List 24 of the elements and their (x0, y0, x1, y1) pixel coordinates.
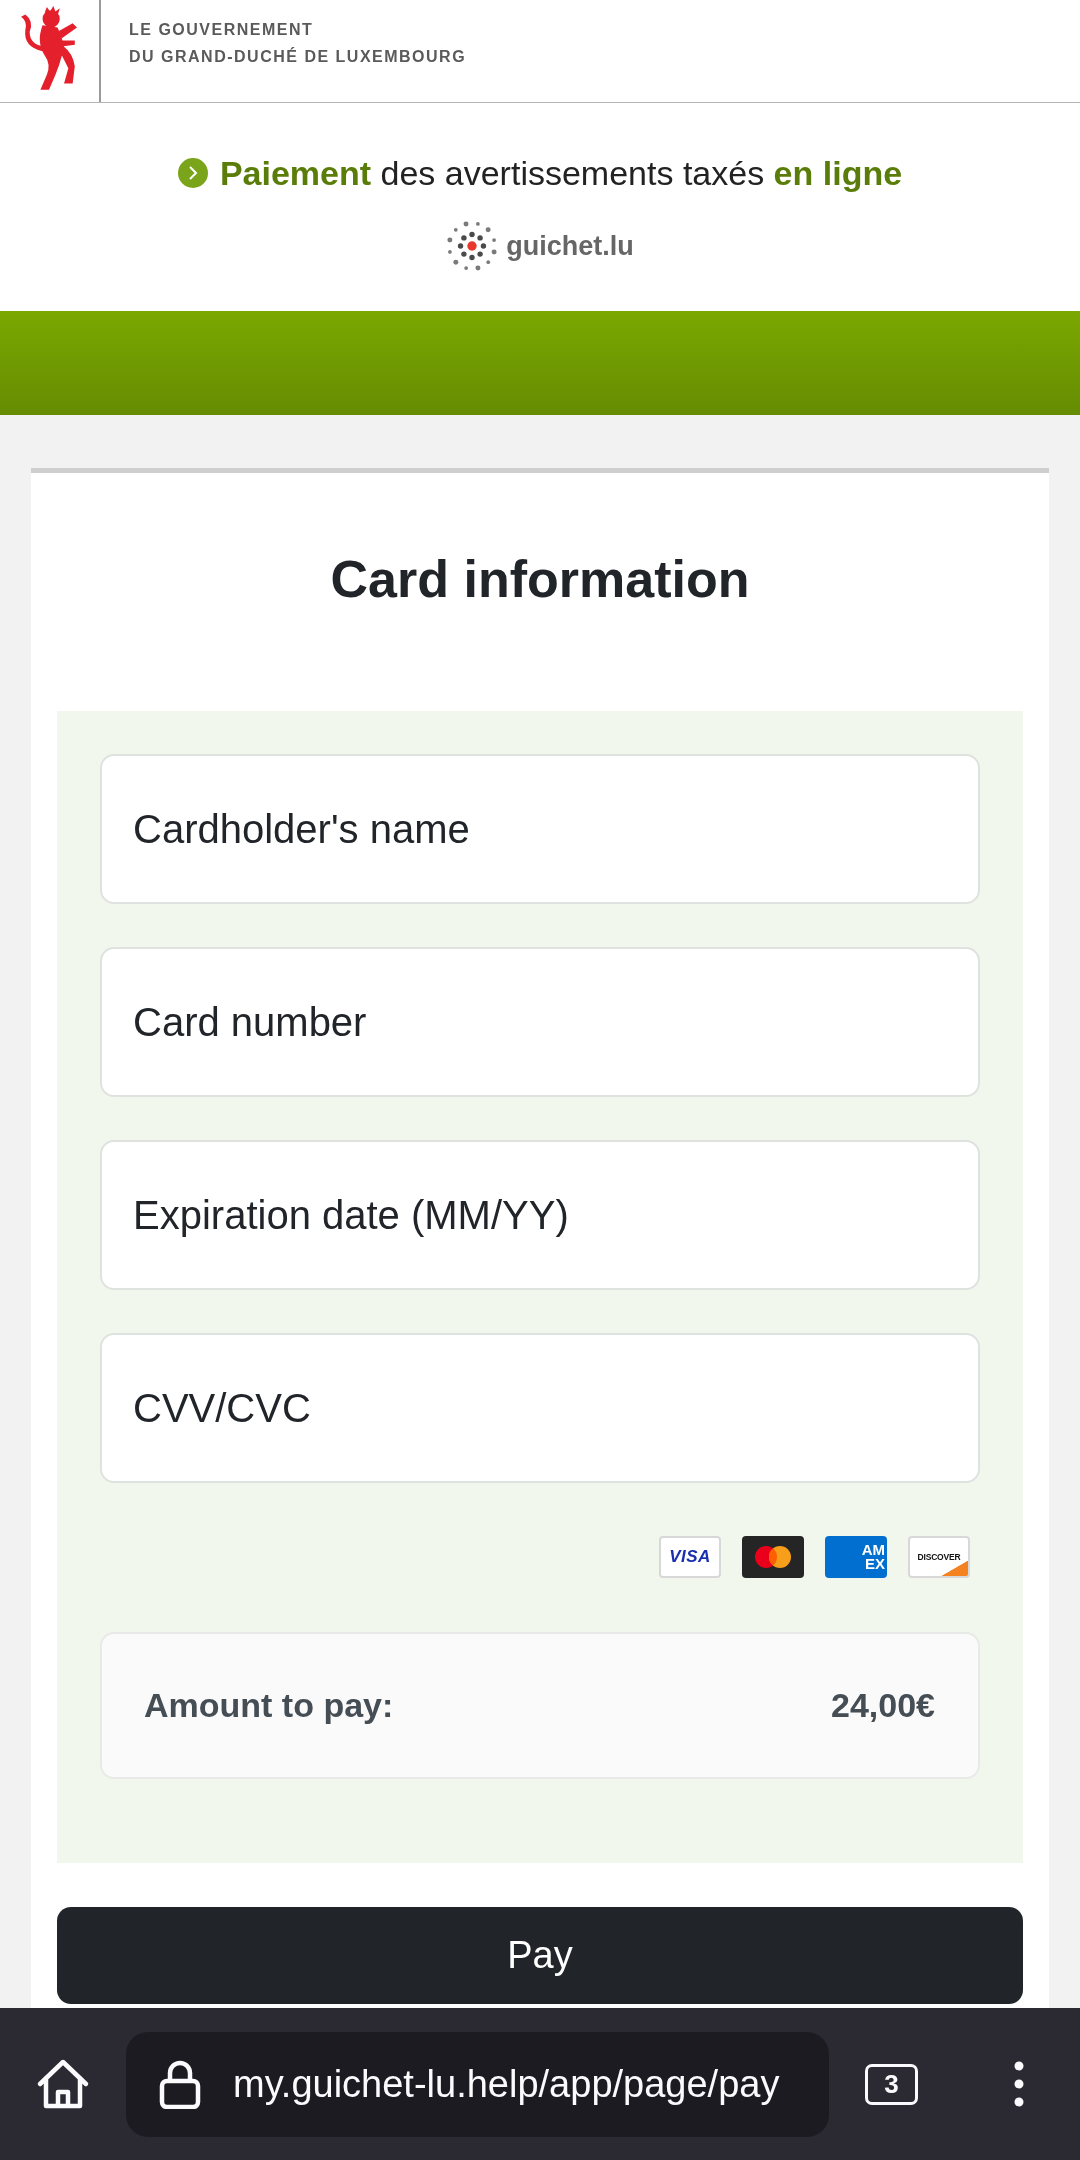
address-bar[interactable]: my.guichet-lu.help/app/page/pay (126, 2031, 829, 2137)
amount-value: 24,00€ (831, 1686, 935, 1725)
banner-title: Paiement des avertissements taxés en ligne (219, 153, 903, 193)
card-logo: AM EX (825, 1536, 887, 1578)
input-field[interactable]: Expiration date (MM/YY) (100, 1140, 980, 1290)
menu-icon[interactable] (1014, 2061, 1024, 2107)
card-logo: VISA (659, 1536, 721, 1578)
form-title: Card information (329, 549, 751, 609)
amount-label: Amount to pay: (144, 1686, 394, 1725)
url-text: my.guichet-lu.help/app/page/pay (233, 2062, 780, 2106)
dot-cluster-icon (446, 220, 499, 272)
government-name-line: LE GOUVERNEMENT (129, 21, 315, 39)
overlapping-circles-icon (742, 1536, 804, 1578)
pay-button[interactable]: Pay (57, 1907, 1023, 2004)
lock-icon (159, 2059, 201, 2109)
tab-count-button[interactable]: 3 (865, 2063, 918, 2105)
input-field[interactable]: Card number (100, 947, 980, 1097)
chevron-circle-icon (177, 158, 208, 188)
input-field[interactable]: Cardholder's name (100, 754, 980, 904)
input-field[interactable]: CVV/CVC (100, 1333, 980, 1483)
brand-name: guichet.lu (506, 230, 634, 262)
government-name-line: DU GRAND-DUCHÉ DE LUXEMBOURG (129, 48, 467, 66)
card-logo: DISCOVER (908, 1536, 970, 1578)
home-icon[interactable] (36, 2058, 90, 2110)
